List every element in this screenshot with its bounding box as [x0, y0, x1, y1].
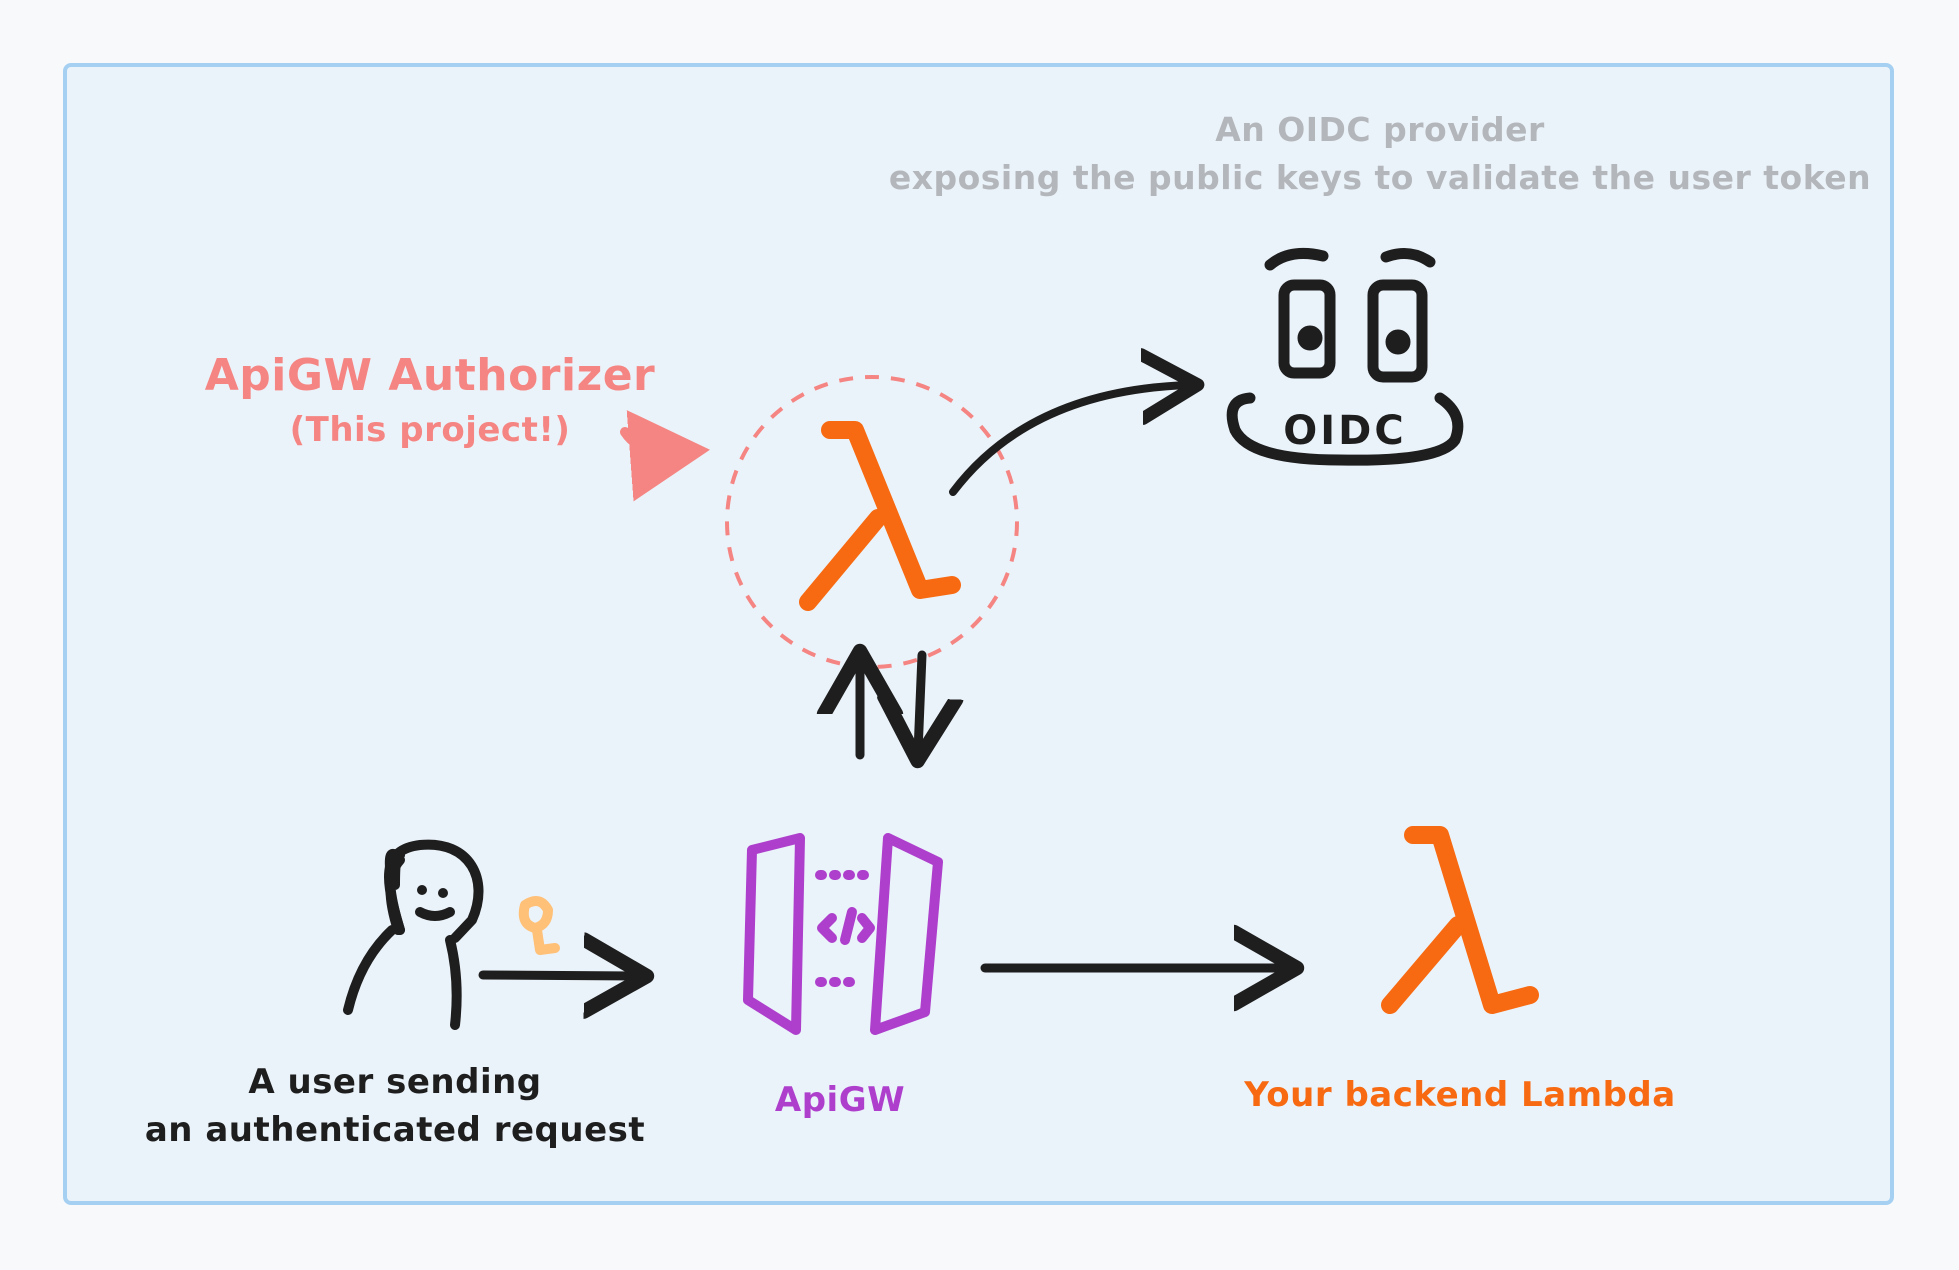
- backend-lambda-icon: [1381, 826, 1539, 1014]
- user-caption: A user sending an authenticated request: [120, 1058, 670, 1154]
- oidc-caption-line2: exposing the public keys to validate the…: [888, 158, 1872, 197]
- backend-lambda-caption: Your backend Lambda: [1244, 1075, 1676, 1115]
- authorizer-to-apigw-arrow: [918, 650, 922, 752]
- user-icon: [343, 839, 484, 1030]
- authorizer-subtitle: (This project!): [289, 410, 571, 450]
- user-caption-line1: A user sending: [248, 1062, 542, 1102]
- authorizer-title: ApiGW Authorizer: [204, 350, 656, 401]
- key-icon: [518, 896, 560, 955]
- lambda-to-oidc-arrow: [949, 385, 1190, 496]
- authorizer-lambda-icon: [799, 421, 961, 611]
- oidc-provider-caption: An OIDC provider exposing the public key…: [880, 106, 1880, 202]
- apigw-caption: ApiGW: [774, 1080, 906, 1120]
- oidc-badge-text: OIDC: [1283, 408, 1406, 454]
- apigw-icon: [743, 833, 943, 1035]
- oidc-caption-line1: An OIDC provider: [1215, 110, 1545, 149]
- user-caption-line2: an authenticated request: [144, 1110, 646, 1150]
- user-to-apigw-arrow: [478, 975, 638, 976]
